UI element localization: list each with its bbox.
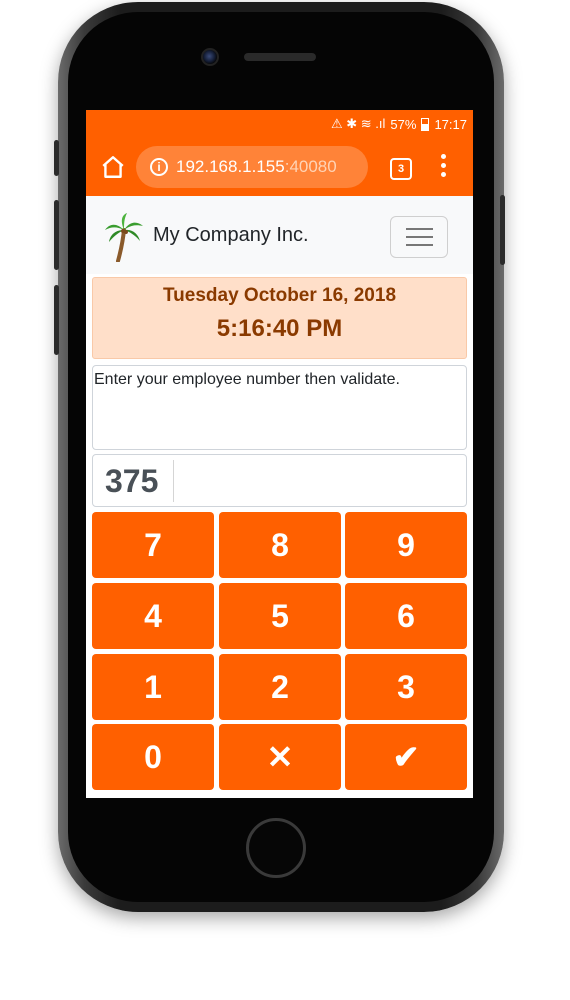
validate-button[interactable]: ✔: [345, 724, 467, 790]
phone-screen: ⚠ ✱ ≋ .ıl 57% 17:17 i 192.168.1.155:4008…: [86, 110, 473, 798]
current-time: 5:16:40 PM: [216, 315, 343, 342]
home-button[interactable]: [246, 818, 306, 878]
key-5[interactable]: 5: [219, 583, 341, 649]
status-time: 17:17: [434, 116, 467, 132]
status-indicators: ⚠ ✱ ≋ .ıl: [331, 116, 386, 131]
earpiece-speaker: [244, 53, 316, 61]
key-6[interactable]: 6: [345, 583, 467, 649]
battery-level: 57%: [390, 116, 417, 132]
input-divider: [173, 460, 174, 502]
volume-button: [54, 200, 59, 270]
more-vert-icon[interactable]: [440, 154, 446, 180]
clock-panel: Tuesday October 16, 2018 5:16:40 PM: [92, 277, 467, 359]
employee-number-field[interactable]: 375: [92, 454, 467, 507]
employee-number-value: 375: [105, 463, 159, 499]
power-button: [500, 195, 505, 265]
key-1[interactable]: 1: [92, 654, 214, 720]
silent-switch: [54, 140, 59, 176]
info-icon[interactable]: i: [150, 158, 168, 176]
status-bar: ⚠ ✱ ≋ .ıl 57% 17:17: [86, 110, 473, 138]
current-date: Tuesday October 16, 2018: [162, 285, 397, 306]
key-4[interactable]: 4: [92, 583, 214, 649]
volume-button: [54, 285, 59, 355]
key-8[interactable]: 8: [219, 512, 341, 578]
front-camera: [201, 48, 219, 66]
app-navbar: My Company Inc.: [86, 196, 473, 274]
key-9[interactable]: 9: [345, 512, 467, 578]
key-7[interactable]: 7: [92, 512, 214, 578]
tabs-button[interactable]: 3: [390, 158, 412, 180]
key-3[interactable]: 3: [345, 654, 467, 720]
key-2[interactable]: 2: [219, 654, 341, 720]
battery-icon: [421, 117, 430, 131]
key-0[interactable]: 0: [92, 724, 214, 790]
address-bar[interactable]: i 192.168.1.155:40080: [136, 146, 368, 188]
palm-tree-icon[interactable]: [104, 212, 144, 262]
home-icon[interactable]: [100, 154, 126, 180]
url-port: :40080: [284, 157, 337, 176]
brand-name[interactable]: My Company Inc.: [153, 224, 309, 247]
url-host: 192.168.1.155: [176, 157, 285, 176]
browser-toolbar: i 192.168.1.155:40080 3: [86, 138, 473, 196]
clear-button[interactable]: ✕: [219, 724, 341, 790]
hamburger-menu-icon[interactable]: [390, 216, 448, 258]
instruction-message: Enter your employee number then validate…: [92, 365, 467, 450]
